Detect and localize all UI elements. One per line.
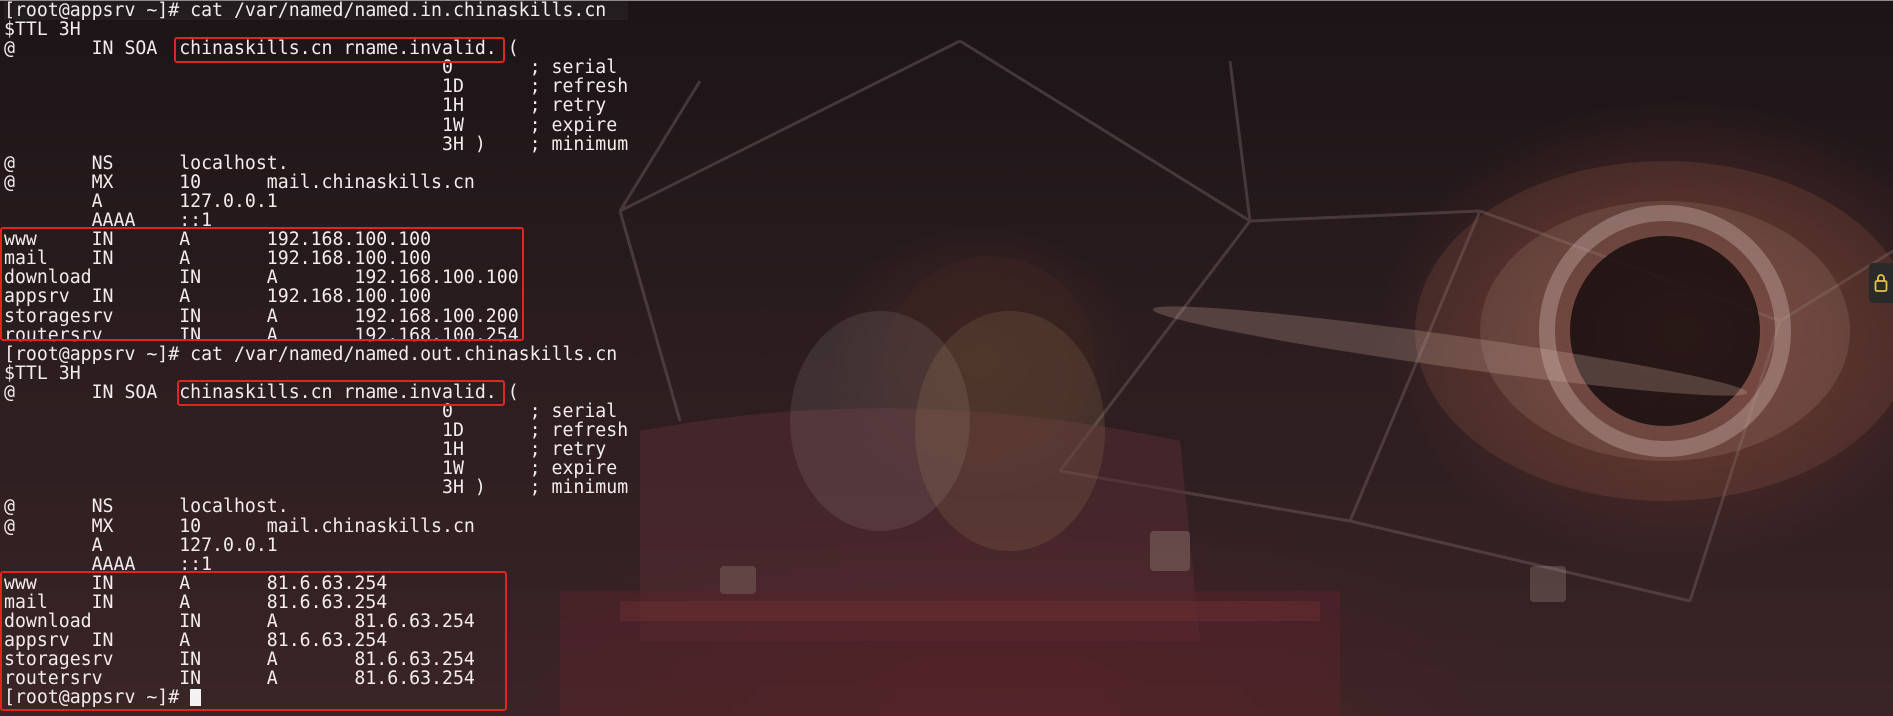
- terminal-line-mx: @ MX 10 mail.chinaskills.cn: [4, 171, 475, 193]
- terminal-line-expire: 1W ; expire: [4, 458, 618, 480]
- terminal-line-refresh: 1D ; refresh: [4, 420, 629, 442]
- highlight-records-box-1: [0, 227, 524, 341]
- terminal-line-refresh: 1D ; refresh: [4, 76, 629, 98]
- lock-icon: [1874, 274, 1888, 292]
- highlight-soa-box-2: [177, 380, 505, 406]
- highlight-soa-box-1: [174, 37, 505, 63]
- terminal-line-prompt-cat-out: [root@appsrv ~]# cat /var/named/named.ou…: [4, 343, 618, 365]
- terminal-line-prompt-cat-in: [root@appsrv ~]# cat /var/named/named.in…: [4, 1, 629, 20]
- terminal-line-minimum: 3H ) ; minimum: [4, 133, 629, 155]
- highlight-records-box-2: [0, 571, 507, 711]
- terminal-line-a: A 127.0.0.1: [4, 534, 278, 556]
- terminal-window[interactable]: [root@appsrv ~]# cat /var/named/named.in…: [0, 0, 1893, 716]
- terminal-line-a: A 127.0.0.1: [4, 190, 278, 212]
- terminal-line-ns: @ NS localhost.: [4, 496, 289, 518]
- terminal-line-ns: @ NS localhost.: [4, 152, 289, 174]
- terminal-line-retry: 1H ; retry: [4, 95, 607, 117]
- terminal-line-retry: 1H ; retry: [4, 439, 607, 461]
- terminal-line-expire: 1W ; expire: [4, 114, 618, 136]
- side-panel-tab[interactable]: [1869, 263, 1893, 303]
- terminal-line-mx: @ MX 10 mail.chinaskills.cn: [4, 515, 475, 537]
- terminal-line-minimum: 3H ) ; minimum: [4, 477, 629, 499]
